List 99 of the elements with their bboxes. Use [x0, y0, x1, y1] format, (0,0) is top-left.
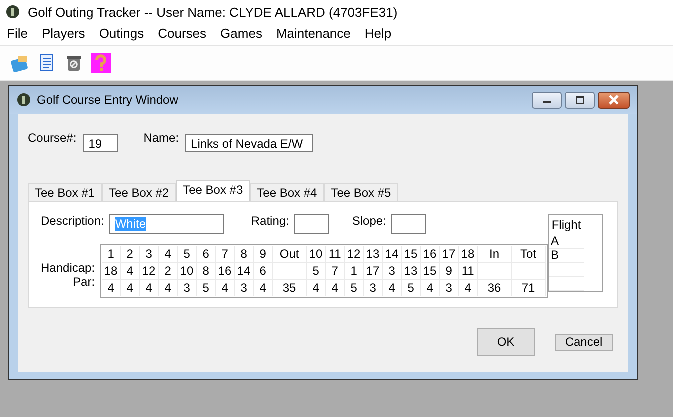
menu-item[interactable]: Courses	[158, 26, 207, 40]
table-cell: 7	[216, 246, 234, 263]
tab[interactable]: Tee Box #1	[28, 183, 102, 201]
table-cell: Tot	[512, 246, 546, 263]
table-cell: 16	[218, 264, 232, 278]
menu-item[interactable]: Players	[42, 26, 86, 40]
table-cell: 4	[159, 246, 178, 263]
table-cell: 9	[254, 246, 272, 263]
golf-ball-icon	[17, 93, 31, 107]
row-label: Handicap:	[41, 261, 96, 275]
table-cell: 17	[366, 264, 380, 278]
table-cell: 2	[164, 264, 172, 278]
table-cell-text: 71	[520, 280, 536, 296]
table-cell-text: 4	[258, 280, 268, 296]
table-cell-text: 4	[144, 280, 154, 296]
table-cell-text: 35	[282, 280, 298, 296]
table-cell-text: 4	[106, 280, 116, 296]
field-label: Slope:	[352, 214, 386, 228]
table-cell: In	[478, 246, 512, 263]
table-cell: 12	[345, 246, 364, 263]
table-cell-text: 4	[220, 280, 230, 296]
table-cell: 3	[388, 264, 396, 278]
rating-field[interactable]	[294, 214, 330, 234]
table-cell-text: 3	[368, 280, 378, 296]
table-cell: 8	[235, 246, 254, 263]
table-cell-text: 5	[350, 280, 358, 296]
close-icon	[608, 95, 620, 105]
menu-item[interactable]: File	[7, 26, 28, 40]
tab[interactable]: Tee Box #3	[176, 180, 250, 201]
table-cell: 1	[102, 246, 120, 263]
maximize-icon	[575, 96, 585, 104]
table-cell: 6	[260, 264, 266, 278]
table-cell: Out	[273, 246, 306, 263]
table-cell-text: 4	[464, 280, 472, 296]
close-button[interactable]	[598, 92, 630, 108]
field-label: Description:	[41, 214, 104, 228]
minimize-button[interactable]	[532, 92, 562, 108]
table-cell: 10	[307, 246, 326, 263]
table-cell: 10	[180, 264, 194, 278]
table-cell: 3	[140, 246, 158, 263]
ok-button[interactable]: OK	[477, 328, 535, 356]
table-cell-text: 3	[444, 280, 454, 296]
table-cell-text: 36	[486, 280, 502, 296]
table-cell-text: 5	[202, 280, 210, 296]
window-title: Golf Course Entry Window	[37, 93, 178, 107]
table-cell-text: 4	[388, 280, 396, 296]
field-label: Name:	[144, 131, 180, 145]
notepad-icon[interactable]	[10, 53, 30, 73]
tab[interactable]: Tee Box #4	[250, 183, 324, 201]
table-cell: 1	[350, 264, 358, 278]
table-cell: 13	[404, 264, 418, 278]
table-cell: 9	[446, 264, 452, 278]
table-cell-text: 4	[330, 280, 340, 296]
table-cell-text: 4	[312, 280, 320, 296]
table-cell: 18	[104, 264, 118, 278]
table-cell-text: 4	[126, 280, 134, 296]
menu-item[interactable]: Maintenance	[276, 26, 351, 40]
name-field[interactable]: Links of Nevada E/W	[185, 134, 314, 152]
table-cell: 13	[364, 246, 382, 263]
table-cell-text: 3	[240, 280, 248, 296]
table-cell: 18	[459, 246, 478, 263]
table-cell-text: 3	[182, 280, 192, 296]
row-label: Par:	[73, 275, 96, 289]
table-cell: 6	[197, 246, 216, 263]
table-cell: 14	[237, 264, 251, 278]
menu-item[interactable]: Outings	[99, 26, 144, 40]
table-cell: 7	[332, 264, 338, 278]
field-label: Rating:	[251, 214, 290, 228]
table-cell: 8	[202, 264, 210, 278]
table-cell: 12	[142, 264, 156, 278]
trash-can-icon[interactable]	[64, 53, 84, 73]
table-cell-text: 4	[164, 280, 172, 296]
table-cell: 17	[440, 246, 458, 263]
list-item[interactable]: A	[549, 235, 584, 249]
list-item[interactable]: B	[549, 249, 584, 263]
table-cell-text: 5	[406, 280, 416, 296]
maximize-button[interactable]	[565, 92, 595, 108]
table-cell: 16	[421, 246, 440, 263]
slope-field[interactable]	[391, 214, 426, 234]
table-cell: 15	[423, 264, 437, 278]
column-header: Flight	[550, 217, 582, 234]
tab[interactable]: Tee Box #5	[324, 183, 398, 201]
field-label: Course#:	[28, 131, 77, 145]
menu-item[interactable]: Help	[364, 26, 392, 40]
table-cell: 11	[462, 264, 474, 278]
table-cell: 5	[178, 246, 196, 263]
table-cell: 5	[312, 264, 320, 278]
table-cell: 14	[383, 246, 402, 263]
table-cell: 4	[126, 264, 134, 278]
course-number-field[interactable]: 19	[82, 134, 118, 152]
table-cell: 15	[402, 246, 420, 263]
golf-ball-icon	[6, 5, 20, 19]
cancel-button[interactable]: Cancel	[555, 334, 613, 350]
app-title: Golf Outing Tracker -- User Name: CLYDE ALLARD (4703FE31)	[28, 4, 398, 20]
menu-item[interactable]: Games	[220, 26, 262, 40]
table-cell: 11	[326, 246, 344, 263]
table-cell-text: 4	[426, 280, 434, 296]
tab[interactable]: Tee Box #2	[102, 183, 176, 201]
table-cell: 2	[121, 246, 140, 263]
